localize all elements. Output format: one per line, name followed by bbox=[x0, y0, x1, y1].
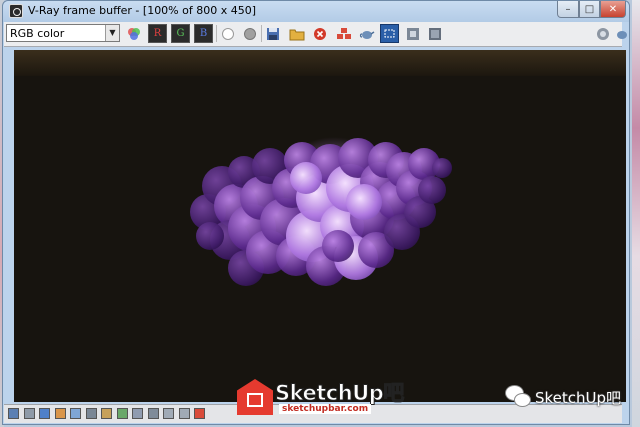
save-image-icon[interactable] bbox=[263, 24, 282, 43]
render-teapot-icon[interactable] bbox=[357, 24, 376, 43]
srgb-icon[interactable] bbox=[194, 408, 205, 419]
sphere bbox=[432, 158, 452, 178]
info-icon[interactable] bbox=[39, 408, 50, 419]
channel-select-value: RGB color bbox=[10, 27, 65, 40]
watermark-logo-url: sketchupbar.com bbox=[279, 404, 372, 414]
horizontal-flip-icon[interactable] bbox=[178, 408, 190, 419]
mono-gray-icon[interactable] bbox=[240, 24, 259, 43]
exposure-icon[interactable] bbox=[70, 408, 81, 419]
pixel-aspect-icon[interactable] bbox=[147, 408, 159, 419]
watermark-brand: SketchUp吧 bbox=[535, 389, 622, 407]
toolbar-separator bbox=[216, 25, 217, 42]
stereo-icon[interactable] bbox=[593, 24, 612, 43]
sphere bbox=[196, 222, 224, 250]
curve-icon[interactable] bbox=[54, 408, 66, 419]
green-channel-button[interactable]: G bbox=[171, 24, 190, 43]
minimize-button[interactable]: – bbox=[557, 1, 579, 18]
duplicate-vfb-icon[interactable] bbox=[334, 24, 353, 43]
render-viewport[interactable] bbox=[14, 50, 626, 402]
color-corrections-icon[interactable] bbox=[8, 408, 19, 419]
track-mouse-icon[interactable] bbox=[403, 24, 422, 43]
histogram-icon[interactable] bbox=[85, 408, 97, 419]
region-render-icon[interactable] bbox=[380, 24, 399, 43]
blue-channel-button[interactable]: B bbox=[194, 24, 213, 43]
sphere bbox=[290, 162, 322, 194]
color-channels-icon[interactable] bbox=[124, 24, 143, 43]
sphere bbox=[346, 184, 382, 220]
compare-icon[interactable] bbox=[132, 408, 143, 419]
vfb-toolbar: RGB color ▼ R G B bbox=[4, 22, 627, 47]
sphere bbox=[418, 176, 446, 204]
clear-image-icon[interactable] bbox=[310, 24, 329, 43]
sketchupbar-logo: SketchUp吧 sketchupbar.com bbox=[237, 376, 405, 420]
settings-icon[interactable] bbox=[612, 24, 631, 43]
chevron-down-icon[interactable]: ▼ bbox=[105, 25, 119, 41]
alpha-white-icon[interactable] bbox=[218, 24, 237, 43]
watermark-logo-title: SketchUp吧 bbox=[275, 381, 405, 406]
maximize-button[interactable]: □ bbox=[579, 1, 600, 18]
load-image-icon[interactable] bbox=[287, 24, 306, 43]
wechat-icon bbox=[505, 385, 531, 409]
lens-effects-icon[interactable] bbox=[425, 24, 444, 43]
channel-select[interactable]: RGB color ▼ bbox=[6, 24, 120, 42]
sketchupbar-house-icon bbox=[237, 379, 273, 415]
vray-app-icon[interactable] bbox=[9, 4, 23, 18]
lut-icon[interactable] bbox=[101, 408, 112, 419]
viewport-top-band bbox=[14, 50, 626, 76]
toolbar-separator bbox=[261, 25, 262, 42]
background-icon[interactable] bbox=[116, 408, 128, 419]
red-channel-button[interactable]: R bbox=[148, 24, 167, 43]
desktop-background-right bbox=[632, 0, 640, 427]
close-button[interactable]: ✕ bbox=[600, 1, 626, 18]
sphere bbox=[322, 230, 354, 262]
window-title: V-Ray frame buffer - [100% of 800 x 450] bbox=[28, 4, 257, 17]
vertical-flip-icon[interactable] bbox=[163, 408, 174, 419]
title-bar[interactable]: V-Ray frame buffer - [100% of 800 x 450]… bbox=[3, 1, 629, 22]
levels-icon[interactable] bbox=[23, 408, 35, 419]
